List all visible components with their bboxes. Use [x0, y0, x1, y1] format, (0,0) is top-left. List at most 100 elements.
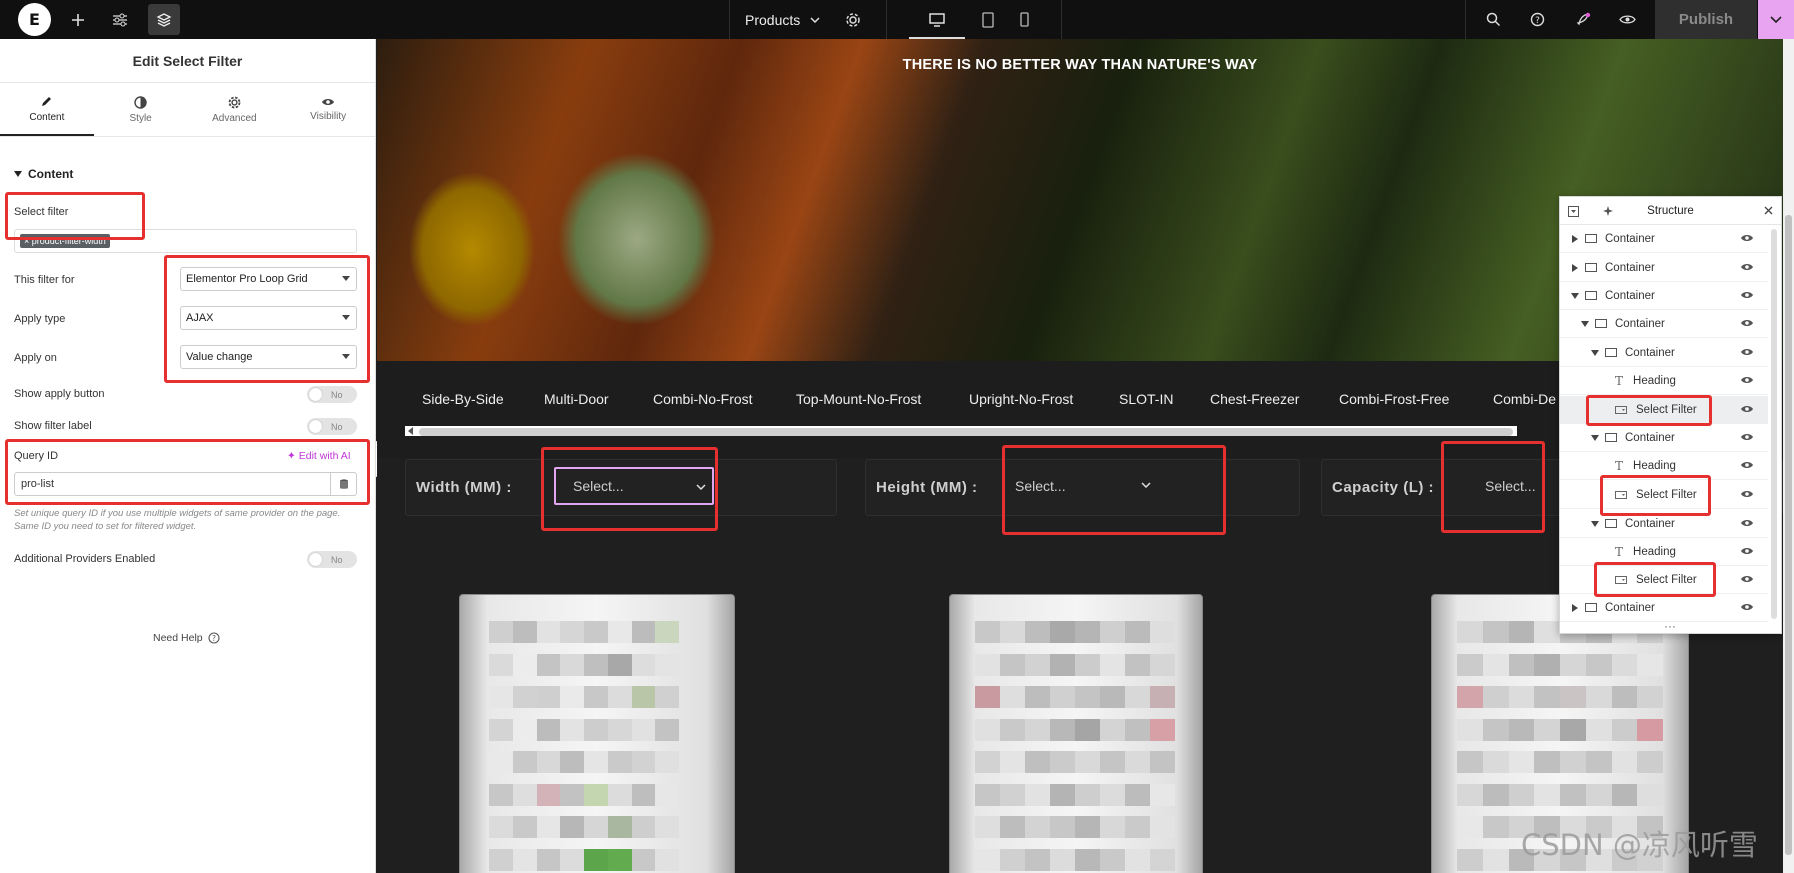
tab-style[interactable]: Style — [94, 83, 188, 136]
show-filter-label-toggle[interactable]: No — [307, 418, 357, 435]
eye-icon[interactable] — [1740, 347, 1754, 357]
gear-icon — [228, 96, 241, 108]
rocket-icon[interactable] — [1568, 0, 1598, 39]
search-icon[interactable] — [1478, 0, 1508, 39]
panel-tabs: Content Style Advanced Visibility — [0, 83, 375, 137]
eye-icon[interactable] — [1740, 318, 1754, 328]
elementor-logo[interactable]: E — [18, 3, 51, 36]
structure-row-container[interactable]: Container — [1560, 339, 1768, 367]
structure-row-container[interactable]: Container — [1560, 282, 1768, 310]
editor-panel: Edit Select Filter Content Style Advance… — [0, 39, 376, 873]
highlight-box — [1441, 441, 1545, 533]
nav-item[interactable]: SLOT-IN — [1119, 391, 1173, 407]
need-help-link[interactable]: Need Help ? — [153, 632, 220, 644]
eye-icon[interactable] — [1740, 233, 1754, 243]
plus-icon[interactable] — [62, 0, 94, 39]
eye-icon[interactable] — [1612, 0, 1642, 39]
structure-row-container[interactable]: Container — [1560, 225, 1768, 253]
nav-item[interactable]: Top-Mount-No-Frost — [796, 391, 921, 407]
capacity-filter-label: Capacity (L) : — [1332, 479, 1435, 496]
nav-item[interactable]: Combi-No-Frost — [653, 391, 753, 407]
content-section-toggle[interactable]: Content — [14, 167, 73, 181]
structure-row-container[interactable]: Container — [1560, 254, 1768, 282]
panel-title: Edit Select Filter — [0, 39, 375, 83]
additional-providers-label: Additional Providers Enabled — [14, 553, 156, 565]
close-icon[interactable] — [1764, 206, 1773, 215]
structure-resize-handle[interactable]: ··· — [1664, 619, 1676, 633]
svg-text:?: ? — [212, 634, 216, 643]
highlight-box — [1586, 395, 1712, 426]
publish-button[interactable]: Publish — [1655, 0, 1757, 39]
page-scrollbar-thumb[interactable] — [1785, 215, 1792, 855]
tab-visibility[interactable]: Visibility — [281, 83, 375, 136]
structure-row-container[interactable]: Container — [1560, 594, 1768, 622]
eye-icon[interactable] — [1740, 518, 1754, 528]
desktop-icon[interactable] — [909, 0, 965, 39]
tab-content[interactable]: Content — [0, 83, 94, 136]
structure-panel: Structure Container Container Container … — [1559, 196, 1782, 634]
scroll-left-icon[interactable] — [407, 427, 415, 435]
container-icon — [1605, 433, 1617, 442]
show-apply-button-toggle[interactable]: No — [307, 386, 357, 403]
container-icon — [1585, 291, 1597, 300]
nav-item[interactable]: Multi-Door — [544, 391, 609, 407]
eye-icon[interactable] — [1740, 574, 1754, 584]
apply-type-label: Apply type — [14, 313, 66, 325]
eye-icon[interactable] — [1740, 546, 1754, 556]
eye-icon[interactable] — [1740, 290, 1754, 300]
nav-scrollbar-thumb[interactable] — [419, 428, 1513, 436]
highlight-box — [1600, 475, 1711, 516]
height-filter-label: Height (MM) : — [876, 479, 978, 496]
half-circle-icon — [134, 95, 147, 109]
eye-icon[interactable] — [1740, 460, 1754, 470]
container-icon — [1585, 603, 1597, 612]
highlight-box — [1002, 445, 1226, 535]
heading-icon: T — [1615, 458, 1624, 473]
container-icon — [1585, 234, 1597, 243]
top-bar: E Products ? Publish — [0, 0, 1794, 39]
eye-icon[interactable] — [1740, 432, 1754, 442]
tab-advanced[interactable]: Advanced — [188, 83, 282, 136]
additional-providers-toggle[interactable]: No — [307, 551, 357, 568]
nav-item[interactable]: Combi-Frost-Free — [1339, 391, 1449, 407]
chevron-down-icon — [1770, 16, 1782, 23]
caret-down-icon — [14, 171, 22, 177]
page-scrollbar[interactable] — [1783, 39, 1794, 873]
heading-icon: T — [1615, 373, 1624, 388]
eye-icon[interactable] — [1740, 262, 1754, 272]
document-name: Products — [745, 11, 801, 28]
mobile-icon[interactable] — [1002, 0, 1046, 39]
eye-icon[interactable] — [1740, 489, 1754, 499]
heading-icon: T — [1615, 544, 1624, 559]
document-switcher[interactable]: Products — [745, 0, 820, 39]
nav-item[interactable]: Chest-Freezer — [1210, 391, 1299, 407]
publish-options-button[interactable] — [1758, 0, 1794, 39]
structure-scrollbar[interactable] — [1771, 229, 1777, 619]
structure-row-container[interactable]: Container — [1560, 424, 1768, 452]
highlight-box — [164, 255, 370, 383]
gear-icon[interactable] — [838, 0, 868, 39]
eye-icon[interactable] — [1740, 375, 1754, 385]
pixelated-product-image — [975, 621, 1175, 873]
eye-icon[interactable] — [1740, 404, 1754, 414]
highlight-box — [1594, 562, 1716, 597]
structure-row-container[interactable]: Container — [1560, 310, 1768, 338]
pencil-icon — [42, 96, 52, 106]
nav-item[interactable]: Side-By-Side — [422, 391, 504, 407]
collapse-all-icon[interactable] — [1568, 206, 1579, 217]
container-icon — [1595, 319, 1607, 328]
query-id-note: Set unique query ID if you use multiple … — [14, 508, 341, 532]
nav-item[interactable]: Combi-De — [1493, 391, 1556, 407]
container-icon — [1605, 348, 1617, 357]
layers-icon[interactable] — [148, 4, 180, 35]
chevron-down-icon — [810, 16, 820, 23]
help-icon[interactable]: ? — [1522, 0, 1552, 39]
structure-row-heading[interactable]: T Heading — [1560, 367, 1768, 395]
container-icon — [1605, 519, 1617, 528]
eye-icon — [322, 99, 335, 105]
sliders-icon[interactable] — [104, 0, 136, 39]
sparkle-icon[interactable] — [1602, 205, 1614, 217]
eye-icon[interactable] — [1740, 602, 1754, 612]
highlight-box — [541, 447, 718, 531]
nav-item[interactable]: Upright-No-Frost — [969, 391, 1073, 407]
